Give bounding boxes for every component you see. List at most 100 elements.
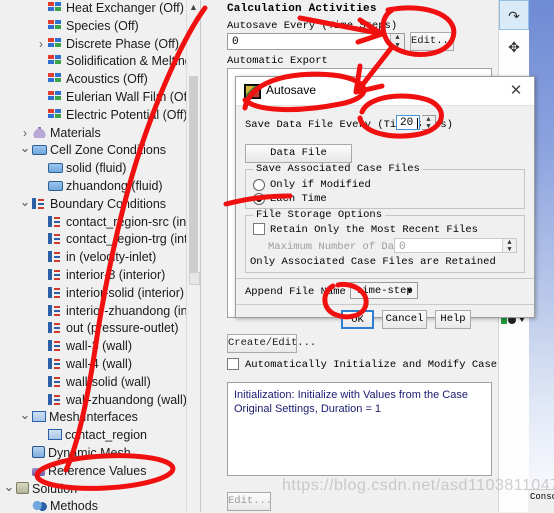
autosave-every-input[interactable]: 0 ▲ ▼ <box>227 33 405 50</box>
tree-item-label: wall-solid (wall) <box>66 374 151 389</box>
tree-item-label: wall-4 (wall) <box>66 356 132 371</box>
console-panel[interactable]: Console <box>528 489 554 513</box>
tree-item-zhuandong-fluid[interactable]: zhuandong (fluid) <box>0 178 200 196</box>
tree-item-species-off[interactable]: Species (Off) <box>0 18 200 36</box>
dialog-title: Autosave <box>266 83 317 97</box>
radio-each-time-label: Each Time <box>270 193 327 205</box>
autosave-dialog[interactable]: Autosave ✕ Save Data File Every (Time St… <box>235 76 535 329</box>
tree-item-interior-zhuandong-interior[interactable]: interior-zhuandong (interior) <box>0 303 200 321</box>
boundary-icon <box>48 322 63 334</box>
tree-item-contact-region-trg-interface[interactable]: contact_region-trg (interface) <box>0 231 200 249</box>
boundary-icon <box>48 268 63 280</box>
flask-icon <box>32 126 47 138</box>
chevron-right-icon[interactable]: › <box>34 36 48 54</box>
tree-item-interior-solid-interior[interactable]: interior-solid (interior) <box>0 285 200 303</box>
tree-item-solidification-melting-off[interactable]: Solidification & Melting (Off) <box>0 53 200 71</box>
tree-item-wall-3-wall[interactable]: wall-3 (wall) <box>0 338 200 356</box>
tree-vertical-scrollbar[interactable]: ▲ <box>186 0 200 512</box>
tree-item-solution[interactable]: ⌄ Solution <box>0 480 200 499</box>
tree-item-label: Materials <box>50 125 101 140</box>
ok-button[interactable]: OK <box>341 310 374 329</box>
max-files-stepper-down-icon[interactable]: ▼ <box>503 246 516 254</box>
tree-item-wall-zhuandong-wall[interactable]: wall-zhuandong (wall) <box>0 392 200 410</box>
create-edit-button[interactable]: Create/Edit... <box>227 334 316 353</box>
append-file-name-value: time-step <box>356 285 413 297</box>
info-line-2: Original Settings, Duration = 1 <box>234 403 382 415</box>
tree-item-interior-8-interior[interactable]: interior-8 (interior) <box>0 267 200 285</box>
edit-autosave-button[interactable]: Edit... <box>410 32 455 51</box>
boundary-icon <box>48 304 63 316</box>
tree-item-acoustics-off[interactable]: Acoustics (Off) <box>0 71 200 89</box>
chevron-down-icon[interactable]: ▼ <box>407 287 412 296</box>
scrollbar-thumb[interactable] <box>189 76 198 276</box>
save-every-stepper-down-icon[interactable]: ▼ <box>422 123 435 131</box>
tree-item-dynamic-mesh[interactable]: Dynamic Mesh <box>0 445 200 463</box>
chevron-down-icon[interactable]: ⌄ <box>18 141 32 154</box>
tree-item-label: Solution <box>32 481 78 496</box>
pan-view-icon[interactable]: ✥ <box>499 32 529 62</box>
chevron-down-icon[interactable]: ⌄ <box>18 195 32 208</box>
edit-activity-button[interactable]: Edit... <box>227 492 272 511</box>
text-caret <box>417 118 418 129</box>
boundary-icon <box>48 393 63 405</box>
tree-item-label: Boundary Conditions <box>50 196 167 211</box>
tree-item-label: Eulerian Wall Film (Off) <box>66 89 195 104</box>
fluent-window: Heat Exchanger (Off) Species (Off) › Discre… <box>0 0 554 513</box>
model-icon <box>48 55 63 67</box>
tree-item-materials[interactable]: › Materials <box>0 125 200 143</box>
rotate-view-icon[interactable]: ↷ <box>499 0 529 30</box>
tree-item-methods[interactable]: Methods <box>0 498 200 512</box>
chevron-down-icon[interactable]: ⌄ <box>18 408 32 421</box>
tree-item-solid-fluid[interactable]: solid (fluid) <box>0 160 200 178</box>
help-button[interactable]: Help <box>435 310 471 329</box>
outline-tree-panel[interactable]: Heat Exchanger (Off) Species (Off) › Discre… <box>0 0 201 512</box>
max-data-files-input[interactable]: 0 ▲ ▼ <box>394 238 517 254</box>
tree-item-wall-4-wall[interactable]: wall-4 (wall) <box>0 356 200 374</box>
save-data-file-every-stepper[interactable]: ▲ ▼ <box>422 115 436 131</box>
auto-initialize-checkbox[interactable] <box>227 358 239 370</box>
save-every-value: 20 <box>400 117 414 129</box>
tree-item-contact-region[interactable]: contact_region <box>0 427 200 445</box>
radio-only-if-modified[interactable] <box>253 179 265 191</box>
boundary-icon <box>48 357 63 369</box>
tree-item-label: Mesh Interfaces <box>49 410 138 425</box>
console-label: Console <box>530 492 554 502</box>
stepper-down-icon[interactable]: ▼ <box>391 42 404 50</box>
tree-item-eulerian-wall-film-off[interactable]: Eulerian Wall Film (Off) <box>0 89 200 107</box>
panel-splitter[interactable] <box>201 0 212 512</box>
chevron-down-icon[interactable]: ⌄ <box>2 480 16 493</box>
tree-item-heat-exchanger-off[interactable]: Heat Exchanger (Off) <box>0 0 200 18</box>
tree-item-label: Reference Values <box>48 463 147 478</box>
tree-item-boundary-conditions[interactable]: ⌄ Boundary Conditions <box>0 195 200 214</box>
retain-recent-files-checkbox[interactable] <box>253 223 265 235</box>
autosave-every-label: Autosave Every (Time Steps) <box>227 20 398 32</box>
tree-item-mesh-interfaces[interactable]: ⌄ Mesh Interfaces <box>0 408 200 427</box>
tree-item-label: Heat Exchanger (Off) <box>66 1 184 15</box>
tree-item-contact-region-src-interface[interactable]: contact_region-src (interface) <box>0 214 200 232</box>
info-line-1: Initialization: Initialize with Values f… <box>234 389 468 401</box>
tree-item-in-velocity-inlet[interactable]: in (velocity-inlet) <box>0 249 200 267</box>
dialog-divider-1 <box>236 278 534 279</box>
scroll-up-icon[interactable]: ▲ <box>187 0 200 15</box>
autosave-every-stepper[interactable]: ▲ ▼ <box>390 34 404 50</box>
model-icon <box>48 37 63 49</box>
append-file-name-dropdown[interactable]: time-step ▼ <box>350 282 418 299</box>
cancel-button[interactable]: Cancel <box>382 310 427 329</box>
close-icon[interactable]: ✕ <box>506 81 526 101</box>
save-data-file-every-input[interactable]: 20 <box>396 115 420 130</box>
solution-icon <box>16 481 29 494</box>
tree-item-label: contact_region <box>65 428 148 443</box>
tree-item-label: Acoustics (Off) <box>66 72 148 87</box>
automatic-export-label: Automatic Export <box>227 55 328 67</box>
dynamic-mesh-icon <box>32 445 45 458</box>
tree-item-cell-zone-conditions[interactable]: ⌄ Cell Zone Conditions <box>0 141 200 160</box>
tree-item-wall-solid-wall[interactable]: wall-solid (wall) <box>0 374 200 392</box>
tree-item-reference-values[interactable]: Reference Values <box>0 463 200 481</box>
tree-item-discrete-phase-off[interactable]: › Discrete Phase (Off) <box>0 36 200 54</box>
tree-item-out-pressure-outlet[interactable]: out (pressure-outlet) <box>0 320 200 338</box>
model-icon <box>48 108 63 120</box>
stepper-up-icon[interactable]: ▲ <box>391 34 404 42</box>
tree-item-electric-potential-off[interactable]: Electric Potential (Off) <box>0 107 200 125</box>
radio-each-time[interactable] <box>253 193 265 205</box>
data-file-quantities-button[interactable]: Data File Quantities... <box>245 144 352 176</box>
